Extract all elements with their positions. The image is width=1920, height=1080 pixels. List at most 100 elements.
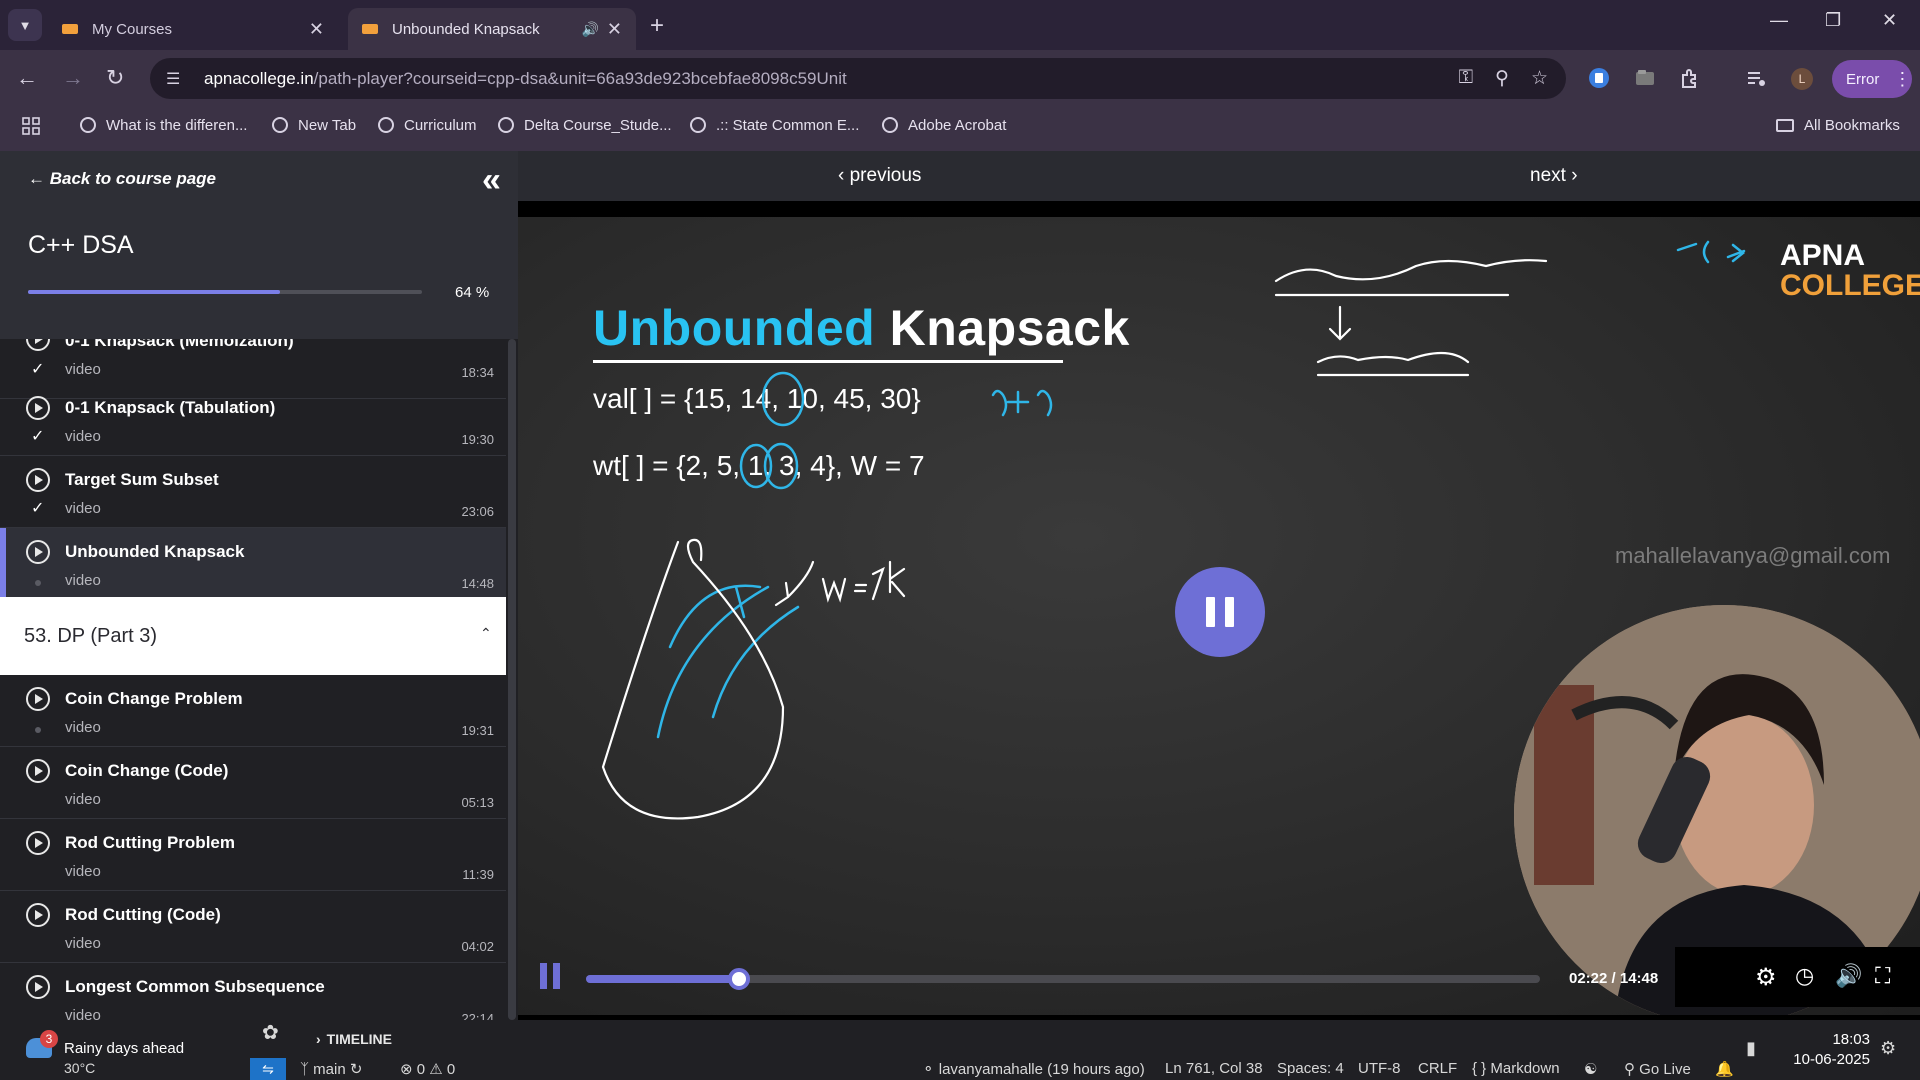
url-text[interactable]: apnacollege.in/path-player?courseid=cpp-… — [204, 69, 847, 89]
course-progress-fill — [28, 290, 281, 294]
lesson-duration: 23:06 — [461, 504, 494, 519]
notification-badge: 3 — [40, 1030, 58, 1048]
lesson-type: video — [65, 361, 101, 378]
previous-button[interactable]: ‹ previous — [838, 165, 921, 187]
lesson-item[interactable]: Rod Cutting (Code) video 04:02 — [0, 891, 506, 963]
encoding[interactable]: UTF-8 — [1358, 1060, 1401, 1077]
tab-unbounded-knapsack[interactable]: Unbounded Knapsack 🔊 ✕ — [348, 8, 636, 50]
line-ending[interactable]: CRLF — [1418, 1060, 1457, 1077]
kebab-menu-icon[interactable]: ⋮ — [1893, 69, 1911, 90]
picture-in-picture-icon[interactable]: ◷ — [1795, 963, 1814, 989]
tab-my-courses[interactable]: My Courses ✕ — [48, 8, 338, 50]
lesson-type: video — [65, 791, 101, 808]
lesson-item[interactable]: Longest Common Subsequence video 22:14 — [0, 963, 506, 1020]
bookmark-item[interactable]: What is the differen... — [80, 107, 247, 143]
profile-avatar[interactable]: L — [1791, 68, 1813, 90]
next-button[interactable]: next › — [1530, 165, 1578, 187]
forward-arrow-icon[interactable]: → — [62, 65, 84, 91]
tab-search-button[interactable]: ▼ — [8, 9, 42, 41]
apps-grid-icon[interactable] — [22, 117, 40, 135]
course-header: ← Back to course page « C++ DSA 64 % — [0, 151, 518, 339]
lesson-item[interactable]: Coin Change Problem video 19:31 — [0, 675, 506, 747]
remote-indicator-icon[interactable]: ⇋ — [250, 1058, 286, 1080]
seek-bar[interactable] — [586, 968, 1540, 990]
volume-icon[interactable]: 🔊 — [1835, 963, 1862, 989]
back-arrow-icon[interactable]: ← — [16, 65, 38, 91]
language-mode[interactable]: { } Markdown — [1472, 1060, 1560, 1077]
bookmark-item[interactable]: .:: State Common E... — [690, 107, 859, 143]
copilot-status-icon[interactable]: ☯ — [1584, 1060, 1597, 1078]
bookmark-item[interactable]: Adobe Acrobat — [882, 107, 1006, 143]
problems-indicator[interactable]: ⊗ 0 ⚠ 0 — [400, 1060, 455, 1078]
sidebar-scrollbar[interactable] — [506, 339, 518, 1020]
all-bookmarks-button[interactable]: All Bookmarks — [1776, 107, 1900, 143]
battery-icon[interactable]: ▮ — [1746, 1038, 1756, 1059]
lesson-type: video — [65, 1007, 101, 1020]
video-player-panel: ‹ previous next › Unbounded Knapsack val… — [518, 151, 1920, 1020]
media-controls-icon[interactable] — [1745, 67, 1767, 89]
system-clock[interactable]: 18:03 10-06-2025 — [1782, 1030, 1870, 1070]
reload-icon[interactable]: ↻ — [106, 65, 124, 91]
pause-icon — [1225, 597, 1234, 627]
copilot-icon[interactable]: ✿ — [262, 1020, 279, 1045]
error-button[interactable]: Error ⋮ — [1832, 60, 1912, 98]
extension-blue-icon[interactable] — [1588, 67, 1610, 89]
settings-gear-icon[interactable]: ⚙ — [1755, 963, 1777, 992]
bookmark-item[interactable]: Curriculum — [378, 107, 477, 143]
fullscreen-icon[interactable]: ⛶ — [1875, 963, 1890, 989]
indentation[interactable]: Spaces: 4 — [1277, 1060, 1344, 1077]
extension-folder-icon[interactable] — [1634, 67, 1656, 89]
lesson-item[interactable]: 0-1 Knapsack (Tabulation) ✓ video 19:30 — [0, 384, 506, 456]
lesson-title: Target Sum Subset — [65, 470, 219, 489]
speaker-icon[interactable]: 🔊 — [581, 21, 598, 38]
site-settings-icon[interactable]: ☰ — [166, 69, 190, 89]
close-icon[interactable]: ✕ — [309, 19, 324, 40]
chevron-down-icon: ▼ — [18, 17, 32, 33]
timeline-panel-header[interactable]: › TIMELINE — [308, 1020, 518, 1058]
check-icon: ✓ — [31, 428, 45, 445]
section-title: 53. DP (Part 3) — [24, 625, 158, 647]
go-live-button[interactable]: ⚲ Go Live — [1624, 1060, 1691, 1078]
lesson-title: Coin Change Problem — [65, 689, 243, 708]
section-header[interactable]: 53. DP (Part 3) ⌃ — [0, 597, 506, 675]
lesson-title: Rod Cutting (Code) — [65, 905, 221, 924]
scroll-thumb[interactable] — [508, 339, 516, 1020]
lesson-item[interactable]: Rod Cutting Problem video 11:39 — [0, 819, 506, 891]
video-frame[interactable]: Unbounded Knapsack val[ ] = {15, 14, 10,… — [518, 217, 1920, 1015]
lesson-duration: 18:34 — [461, 365, 494, 380]
new-tab-button[interactable]: + — [650, 12, 664, 40]
lesson-type: video — [65, 719, 101, 736]
tab-title: Unbounded Knapsack — [392, 20, 540, 38]
pause-overlay-button[interactable] — [1175, 567, 1265, 657]
lesson-duration: 22:14 — [461, 1011, 494, 1020]
bookmark-item[interactable]: New Tab — [272, 107, 356, 143]
lesson-title: Longest Common Subsequence — [65, 977, 325, 996]
minimize-icon[interactable]: — — [1770, 10, 1788, 31]
extensions-puzzle-icon[interactable] — [1679, 67, 1701, 89]
zoom-icon[interactable]: ⚲ — [1495, 67, 1509, 90]
seek-progress — [586, 975, 739, 983]
cursor-position[interactable]: Ln 761, Col 38 — [1165, 1060, 1263, 1077]
git-blame[interactable]: ⚬ lavanyamahalle (19 hours ago) — [922, 1060, 1145, 1078]
weather-widget[interactable]: 3 Rainy days ahead 30°C — [22, 1030, 222, 1076]
lesson-item-current[interactable]: Unbounded Knapsack video 14:48 — [0, 528, 506, 600]
notifications-icon[interactable]: ⚙ — [1880, 1038, 1896, 1059]
seek-handle[interactable] — [727, 968, 750, 990]
bookmark-star-icon[interactable]: ☆ — [1531, 67, 1548, 90]
close-icon[interactable]: ✕ — [607, 19, 622, 40]
check-icon: ✓ — [31, 361, 45, 378]
pause-icon — [553, 963, 560, 989]
bookmark-item[interactable]: Delta Course_Stude... — [498, 107, 672, 143]
password-key-icon[interactable]: ⚿ — [1459, 67, 1473, 90]
weather-text: Rainy days ahead — [64, 1040, 185, 1057]
bell-icon[interactable]: 🔔 — [1715, 1060, 1734, 1078]
lesson-item[interactable]: Target Sum Subset ✓ video 23:06 — [0, 456, 506, 528]
pause-button[interactable] — [540, 963, 562, 989]
git-branch[interactable]: ᛉ main ↻ — [300, 1060, 362, 1078]
address-bar[interactable]: ☰ apnacollege.in/path-player?courseid=cp… — [150, 58, 1566, 99]
collapse-sidebar-icon[interactable]: « — [482, 161, 501, 200]
lesson-item[interactable]: Coin Change (Code) video 05:13 — [0, 747, 506, 819]
back-to-course-link[interactable]: ← Back to course page — [28, 169, 216, 189]
window-close-icon[interactable]: ✕ — [1882, 10, 1897, 31]
restore-icon[interactable]: ❐ — [1825, 10, 1841, 31]
